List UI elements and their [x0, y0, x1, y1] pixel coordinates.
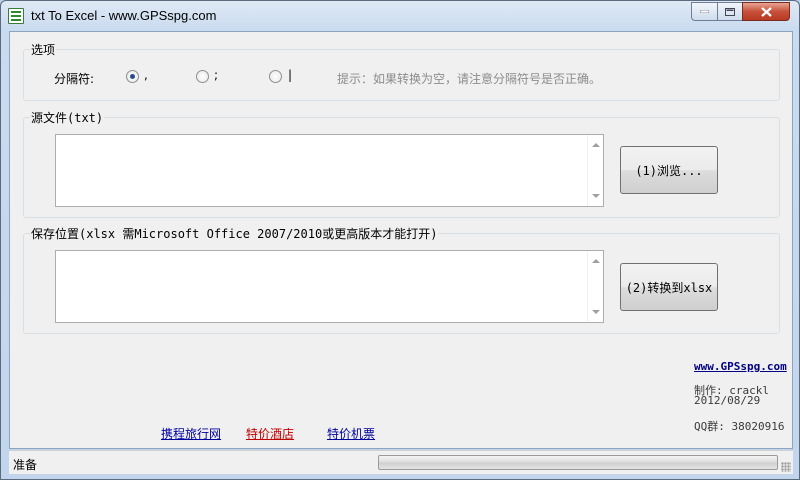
source-scrollbar[interactable] [587, 135, 603, 206]
progress-bar [378, 455, 778, 470]
delimiter-label: 分隔符: [54, 72, 95, 86]
convert-button[interactable]: (2)转换到xlsx [620, 263, 718, 311]
minimize-icon [700, 10, 709, 13]
delimiter-radio-pipe[interactable] [269, 70, 282, 83]
save-scrollbar[interactable] [587, 251, 603, 322]
source-group: 源文件(txt) (1)浏览... [23, 109, 780, 218]
options-group: 选项 分隔符: , ; | 提示：如果转换为空，请注意分隔符号是否正确。 [23, 41, 780, 101]
save-path-textarea[interactable] [55, 250, 604, 323]
minimize-button[interactable] [691, 2, 718, 21]
delimiter-comma-label[interactable]: , [144, 68, 148, 82]
website-link[interactable]: www.GPSspg.com [694, 360, 787, 373]
delimiter-hint: 提示：如果转换为空，请注意分隔符号是否正确。 [337, 72, 602, 86]
maximize-button[interactable] [717, 2, 743, 21]
scroll-down-icon[interactable] [592, 310, 600, 314]
delimiter-radio-semicolon[interactable] [196, 70, 209, 83]
resize-grip-icon[interactable] [781, 462, 791, 472]
close-icon [760, 6, 772, 17]
title-bar[interactable]: txt To Excel - www.GPSspg.com [1, 1, 799, 31]
qq-group-text: QQ群: 38020916 [694, 420, 785, 433]
scroll-down-icon[interactable] [592, 194, 600, 198]
window-title: txt To Excel - www.GPSspg.com [31, 8, 217, 23]
source-group-label: 源文件(txt) [30, 109, 105, 126]
hotel-deals-link[interactable]: 特价酒店 [246, 425, 294, 442]
options-group-label: 选项 [30, 41, 57, 58]
status-text: 准备 [13, 458, 38, 472]
save-group: 保存位置(xlsx 需Microsoft Office 2007/2010或更高… [23, 225, 780, 334]
close-button[interactable] [742, 2, 790, 21]
maximize-icon [725, 7, 735, 16]
app-window: txt To Excel - www.GPSspg.com 选项 分隔符: , … [0, 0, 800, 480]
flight-deals-link[interactable]: 特价机票 [327, 425, 375, 442]
status-bar: 准备 [9, 450, 793, 474]
scroll-up-icon[interactable] [592, 259, 600, 263]
delimiter-semicolon-label[interactable]: ; [214, 68, 218, 82]
delimiter-pipe-label[interactable]: | [288, 68, 292, 82]
ctrip-link[interactable]: 携程旅行网 [161, 425, 221, 442]
scroll-up-icon[interactable] [592, 143, 600, 147]
browse-button[interactable]: (1)浏览... [620, 146, 718, 194]
date-text: 2012/08/29 [694, 394, 761, 407]
excel-file-icon [8, 8, 24, 24]
delimiter-radio-comma[interactable] [126, 70, 139, 83]
save-group-label: 保存位置(xlsx 需Microsoft Office 2007/2010或更高… [30, 225, 439, 242]
source-path-textarea[interactable] [55, 134, 604, 207]
client-area: 选项 分隔符: , ; | 提示：如果转换为空，请注意分隔符号是否正确。 源文件… [9, 31, 793, 449]
